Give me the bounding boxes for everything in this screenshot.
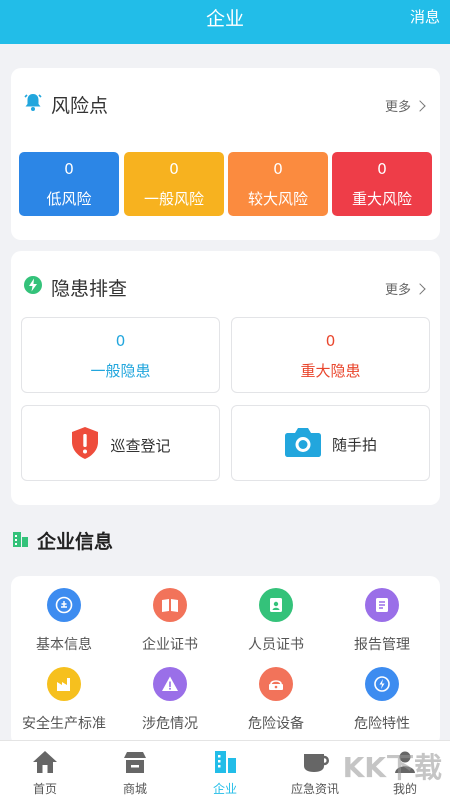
risk-large-tile[interactable]: 0 较大风险 — [228, 152, 328, 216]
bell-icon — [23, 92, 43, 116]
risk-general-tile[interactable]: 0 一般风险 — [124, 152, 224, 216]
grid-item-danger-property[interactable]: 危险特性 — [330, 667, 434, 733]
risk-low-count: 0 — [64, 160, 74, 178]
message-button[interactable]: 消息 — [410, 6, 440, 27]
tab-label: 商城 — [122, 782, 147, 796]
risk-low-tile[interactable]: 0 低风险 — [19, 152, 119, 216]
tab-shop[interactable]: 商城 — [90, 741, 180, 800]
grid-label: 基本信息 — [36, 637, 92, 653]
grid-label: 安全生产标准 — [22, 716, 106, 732]
grid-label: 危险设备 — [248, 716, 304, 732]
info-icon — [47, 588, 81, 622]
bolt-icon — [23, 275, 43, 299]
news-icon — [301, 748, 329, 776]
building-icon — [211, 748, 239, 776]
tab-label: 首页 — [32, 782, 57, 796]
major-hazard-box[interactable]: 0 重大隐患 — [231, 317, 430, 393]
grid-item-staff-cert[interactable]: 人员证书 — [224, 588, 328, 654]
person-cert-icon — [259, 588, 293, 622]
grid-item-danger-device[interactable]: 危险设备 — [224, 667, 328, 733]
watermark-logo: KK下载 — [342, 751, 442, 784]
grid-item-basic-info[interactable]: 基本信息 — [12, 588, 116, 654]
snapshot-button[interactable]: 随手拍 — [231, 405, 430, 481]
general-hazard-count: 0 — [115, 332, 126, 350]
patrol-register-label: 巡查登记 — [110, 436, 171, 455]
shop-icon — [121, 748, 149, 776]
building-icon — [11, 529, 31, 553]
grid-item-danger-situation[interactable]: 涉危情况 — [118, 667, 222, 733]
page-title: 企业 — [205, 8, 244, 30]
risk-more-link[interactable]: 更多 — [384, 96, 426, 115]
risk-large-count: 0 — [273, 160, 283, 178]
tab-home[interactable]: 首页 — [0, 741, 90, 800]
grid-label: 危险特性 — [354, 716, 410, 732]
risk-general-count: 0 — [169, 160, 179, 178]
company-info-title: 企业信息 — [37, 531, 114, 553]
risk-major-label: 重大风险 — [351, 190, 412, 208]
risk-major-tile[interactable]: 0 重大风险 — [332, 152, 432, 216]
top-header: 企业 消息 — [0, 0, 450, 44]
risk-card-title: 风险点 — [51, 94, 109, 117]
hazard-more-label: 更多 — [384, 283, 411, 298]
home-icon — [31, 748, 59, 776]
patrol-register-button[interactable]: 巡查登记 — [21, 405, 220, 481]
warning-icon — [153, 667, 187, 701]
shield-alert-icon — [70, 426, 100, 464]
camera-icon — [284, 426, 322, 462]
grid-item-safety-standard[interactable]: 安全生产标准 — [12, 667, 116, 733]
grid-label: 涉危情况 — [142, 716, 198, 732]
snapshot-label: 随手拍 — [331, 435, 377, 454]
general-hazard-box[interactable]: 0 一般隐患 — [21, 317, 220, 393]
grid-label: 企业证书 — [142, 637, 198, 653]
grid-item-report-mgmt[interactable]: 报告管理 — [330, 588, 434, 654]
hazard-card-header: 隐患排查 — [23, 275, 128, 300]
grid-item-company-cert[interactable]: 企业证书 — [118, 588, 222, 654]
chevron-right-icon — [414, 99, 426, 112]
risk-low-label: 低风险 — [46, 190, 92, 208]
hazard-card-title: 隐患排查 — [51, 277, 128, 300]
risk-card-header: 风险点 — [23, 92, 109, 117]
risk-major-count: 0 — [377, 160, 387, 178]
hazard-icon — [365, 667, 399, 701]
risk-large-label: 较大风险 — [247, 190, 308, 208]
device-icon — [259, 667, 293, 701]
factory-icon — [47, 667, 81, 701]
report-icon — [365, 588, 399, 622]
major-hazard-count: 0 — [325, 332, 336, 350]
company-info-heading: 企业信息 — [11, 527, 113, 554]
tab-enterprise[interactable]: 企业 — [180, 741, 270, 800]
grid-label: 报告管理 — [354, 637, 410, 653]
tab-label: 企业 — [212, 782, 237, 796]
major-hazard-label: 重大隐患 — [300, 362, 361, 380]
risk-general-label: 一般风险 — [143, 190, 204, 208]
hazard-more-link[interactable]: 更多 — [384, 279, 426, 298]
book-icon — [153, 588, 187, 622]
grid-label: 人员证书 — [248, 637, 304, 653]
chevron-right-icon — [414, 282, 426, 295]
general-hazard-label: 一般隐患 — [90, 362, 151, 380]
risk-more-label: 更多 — [384, 100, 411, 115]
